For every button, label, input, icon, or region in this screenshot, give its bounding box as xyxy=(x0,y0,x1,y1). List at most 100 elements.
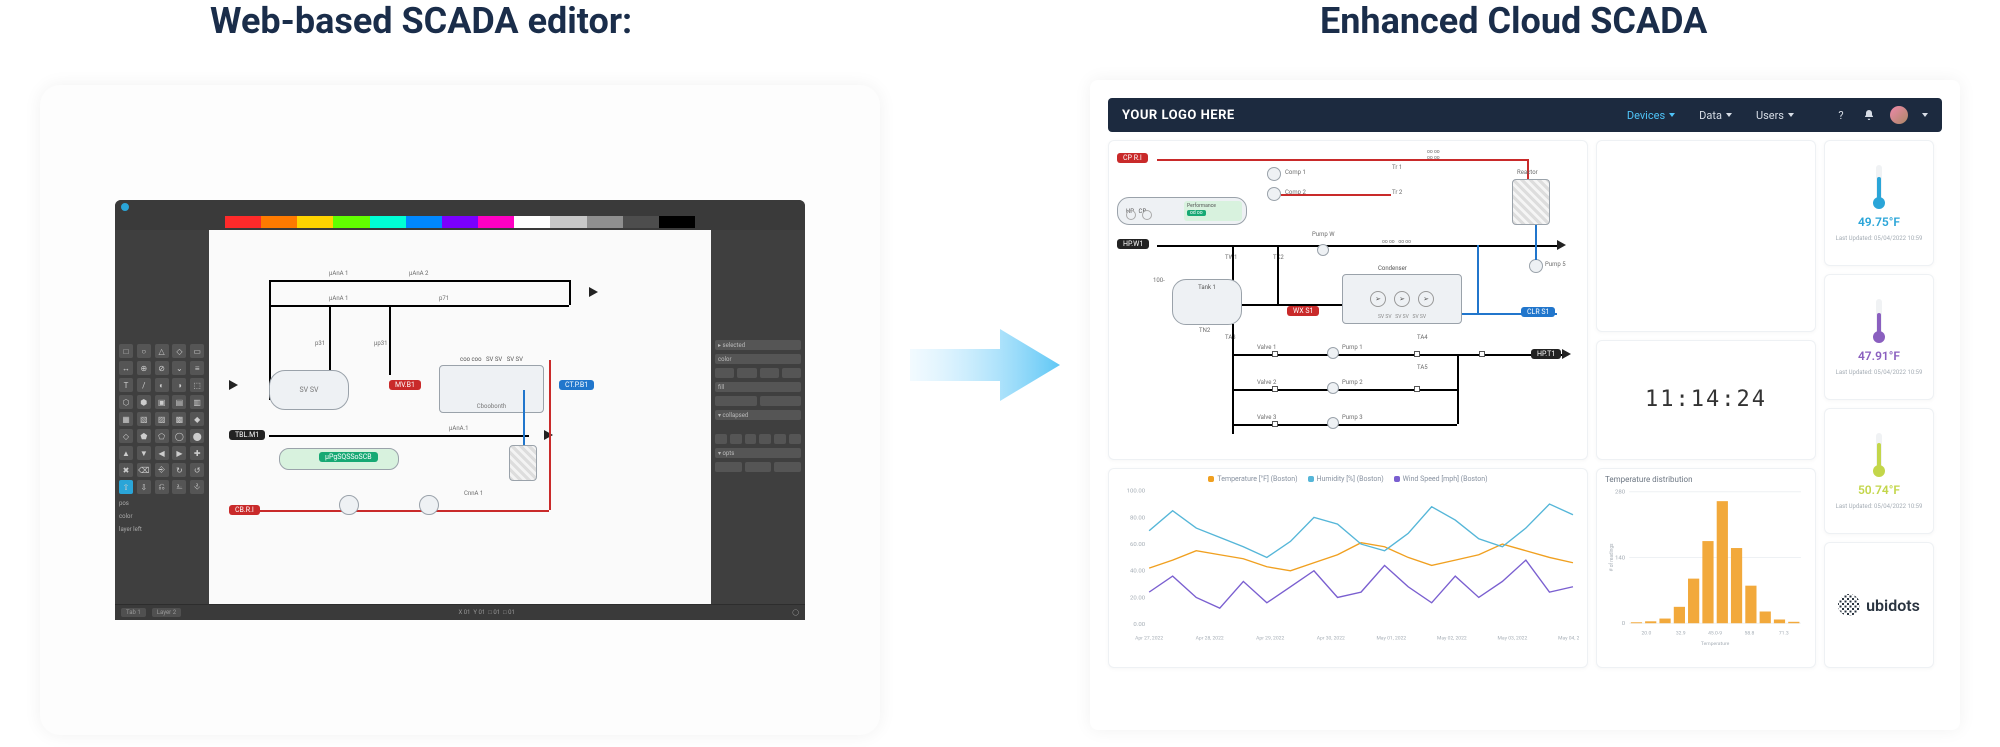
right-panel-row[interactable] xyxy=(715,434,801,444)
tool-button[interactable]: ◐ xyxy=(155,378,169,392)
svg-text:Temperature: Temperature xyxy=(1701,641,1730,647)
scada-diagram-card: CP R.I Comp 1 Comp 2 Tr 1 Tr 2 oo oooo o… xyxy=(1108,140,1588,460)
color-swatch[interactable] xyxy=(623,216,659,228)
tool-button[interactable]: ✖ xyxy=(119,463,133,477)
tool-button[interactable]: ▥ xyxy=(190,395,204,409)
tool-button[interactable]: ↔ xyxy=(119,361,133,375)
bell-icon[interactable] xyxy=(1862,108,1876,122)
tool-button[interactable]: △ xyxy=(155,344,169,358)
tool-button[interactable]: ▨ xyxy=(155,412,169,426)
canvas-tag-green[interactable]: µPgSQSSoSCB xyxy=(319,452,378,462)
color-swatch[interactable] xyxy=(225,216,261,228)
canvas-tag-red2[interactable]: CB.R.I xyxy=(229,505,260,515)
svg-text:80.00: 80.00 xyxy=(1130,515,1145,521)
tool-button[interactable]: ⇧ xyxy=(119,480,133,494)
color-swatch[interactable] xyxy=(514,216,550,228)
tool-button[interactable]: ⌫ xyxy=(137,463,151,477)
legend-item: Wind Speed [mph] (Boston) xyxy=(1394,475,1488,483)
canvas-tag-black[interactable]: TBL.M1 xyxy=(229,430,265,440)
tool-button[interactable]: ◇ xyxy=(119,429,133,443)
bottom-tab[interactable]: Layer 2 xyxy=(152,608,181,617)
nav-item-users[interactable]: Users xyxy=(1756,109,1794,122)
tool-button[interactable]: ⊘ xyxy=(155,361,169,375)
canvas-tag-red[interactable]: MV.B1 xyxy=(389,380,421,390)
tool-button[interactable]: ⇩ xyxy=(137,480,151,494)
tool-button[interactable]: ▦ xyxy=(119,412,133,426)
legend-item: Temperature [°F] (Boston) xyxy=(1208,475,1297,483)
tool-button[interactable]: T xyxy=(119,378,133,392)
svg-text:Apr 29, 2022: Apr 29, 2022 xyxy=(1256,635,1284,641)
tool-button[interactable]: ▤ xyxy=(172,395,186,409)
color-swatch[interactable] xyxy=(297,216,333,228)
tool-button[interactable]: ⬡ xyxy=(119,395,133,409)
dashboard-navbar: YOUR LOGO HERE DevicesDataUsers ? xyxy=(1108,98,1942,132)
tool-button[interactable]: ◀ xyxy=(155,446,169,460)
color-swatch[interactable] xyxy=(550,216,586,228)
zoom-indicator[interactable]: ◯ xyxy=(792,609,799,616)
tool-button[interactable]: ○ xyxy=(137,344,151,358)
tool-button[interactable]: ◑ xyxy=(172,378,186,392)
tool-button[interactable]: ▩ xyxy=(172,412,186,426)
tool-button[interactable]: ◇ xyxy=(172,344,186,358)
color-swatch[interactable] xyxy=(478,216,514,228)
right-panel-item[interactable]: ▸ selected xyxy=(715,340,801,350)
tool-button[interactable]: ⬤ xyxy=(190,429,204,443)
tool-button[interactable]: ▭ xyxy=(190,344,204,358)
tool-button[interactable]: ≡ xyxy=(190,361,204,375)
color-swatch[interactable] xyxy=(659,216,695,228)
svg-text:20.0: 20.0 xyxy=(1641,631,1651,637)
color-swatch[interactable] xyxy=(406,216,442,228)
svg-text:May 04, 2022: May 04, 2022 xyxy=(1558,635,1579,641)
tool-button[interactable]: ◆ xyxy=(190,412,204,426)
editor-canvas[interactable]: µAnA 1 µAnA 2 µAnA 1 p71 p31 µp31 SV SV … xyxy=(209,230,711,604)
svg-text:0.00: 0.00 xyxy=(1133,622,1145,628)
tool-button[interactable]: ⌄ xyxy=(172,361,186,375)
tool-button[interactable]: ⬠ xyxy=(155,429,169,443)
title-right: Enhanced Cloud SCADA xyxy=(1320,0,1707,42)
tool-button[interactable]: ▼ xyxy=(137,446,151,460)
svg-text:# of readings: # of readings xyxy=(1608,543,1615,571)
tool-button[interactable]: ⎌ xyxy=(155,480,169,494)
color-swatch[interactable] xyxy=(370,216,406,228)
chevron-down-icon[interactable] xyxy=(1922,113,1928,117)
color-swatch[interactable] xyxy=(442,216,478,228)
color-swatch[interactable] xyxy=(261,216,297,228)
tool-button[interactable]: ⎆ xyxy=(155,463,169,477)
dashboard-panel: YOUR LOGO HERE DevicesDataUsers ? CP R.I… xyxy=(1090,80,1960,730)
tool-button[interactable]: ↻ xyxy=(172,463,186,477)
avatar[interactable] xyxy=(1890,106,1908,124)
svg-text:71.3: 71.3 xyxy=(1779,631,1789,637)
tool-grid[interactable]: □○△◇▭↔⊕⊘⌄≡T/◐◑⬚⬡⬢▣▤▥▦▧▨▩◆◇⬟⬠◯⬤▲▼◀▶✚✖⌫⎆↻↺… xyxy=(119,344,205,494)
tool-button[interactable]: ⎁ xyxy=(172,480,186,494)
tool-button[interactable]: ⎀ xyxy=(190,480,204,494)
tool-button[interactable]: ▧ xyxy=(137,412,151,426)
color-swatch[interactable] xyxy=(587,216,623,228)
right-panel-item[interactable]: color xyxy=(715,354,801,364)
right-panel-item[interactable]: ▾ opts xyxy=(715,448,801,458)
tool-button[interactable]: ⬢ xyxy=(137,395,151,409)
color-swatch-row[interactable] xyxy=(225,216,695,228)
right-panel-item[interactable]: ▾ collapsed xyxy=(715,410,801,420)
tool-button[interactable]: ▲ xyxy=(119,446,133,460)
tool-button[interactable]: / xyxy=(137,378,151,392)
tool-button[interactable]: □ xyxy=(119,344,133,358)
tool-button[interactable]: ↺ xyxy=(190,463,204,477)
brand-name: ubidots xyxy=(1866,596,1920,615)
scada-editor-app: □○△◇▭↔⊕⊘⌄≡T/◐◑⬚⬡⬢▣▤▥▦▧▨▩◆◇⬟⬠◯⬤▲▼◀▶✚✖⌫⎆↻↺… xyxy=(115,200,805,620)
bottom-tab[interactable]: Tab 1 xyxy=(121,608,146,617)
right-panel-item[interactable]: fill xyxy=(715,382,801,392)
clock-card: 11:14:24 xyxy=(1596,340,1816,460)
toolbox-label: color xyxy=(119,513,205,520)
nav-item-data[interactable]: Data xyxy=(1699,109,1732,122)
help-icon[interactable]: ? xyxy=(1834,108,1848,122)
tool-button[interactable]: ▶ xyxy=(172,446,186,460)
tool-button[interactable]: ▣ xyxy=(155,395,169,409)
tool-button[interactable]: ◯ xyxy=(172,429,186,443)
tool-button[interactable]: ✚ xyxy=(190,446,204,460)
color-swatch[interactable] xyxy=(333,216,369,228)
tool-button[interactable]: ⊕ xyxy=(137,361,151,375)
tool-button[interactable]: ⬟ xyxy=(137,429,151,443)
nav-item-devices[interactable]: Devices xyxy=(1627,109,1675,122)
canvas-tag-blue[interactable]: CT.P.B1 xyxy=(559,380,594,390)
tool-button[interactable]: ⬚ xyxy=(190,378,204,392)
